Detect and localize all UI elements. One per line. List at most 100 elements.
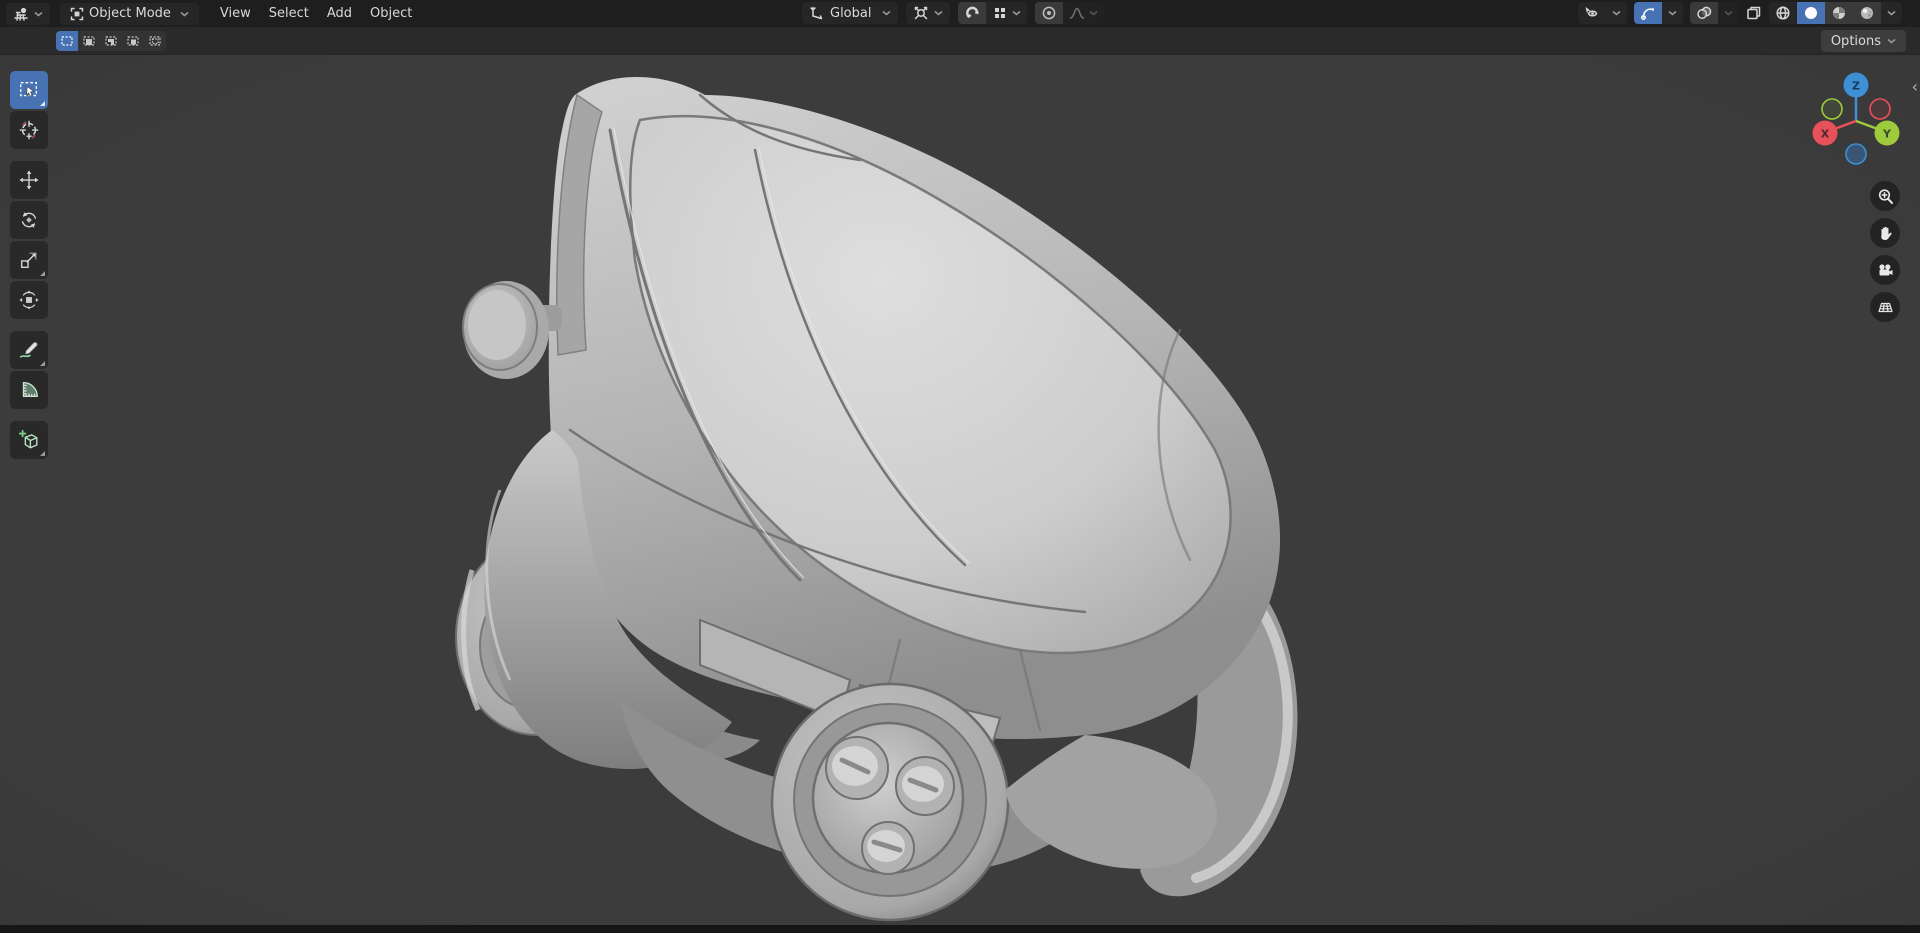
tool-add-cube[interactable] [10,421,48,459]
tool-shelf [10,71,48,459]
menu-object[interactable]: Object [361,2,421,25]
select-mode-intersect[interactable] [144,31,166,51]
camera-view-button[interactable] [1870,255,1900,285]
chevron-down-icon [1668,10,1677,16]
sidebar-collapse-arrow[interactable]: ‹ [1912,79,1918,95]
hand-icon [1880,226,1892,240]
falloff-curve-icon [1070,7,1085,19]
camera-icon [1878,263,1892,275]
proportional-editing-controls [1035,2,1105,24]
toggle-orthographic-button[interactable] [1870,292,1900,322]
select-mode-invert[interactable] [122,31,144,51]
xray-toggle[interactable] [1746,5,1762,21]
proportional-circle-icon [1043,6,1056,20]
proportional-falloff-dropdown[interactable] [1063,2,1105,24]
tool-settings-bar: Options [0,27,1920,55]
mode-dropdown[interactable]: Object Mode [60,2,199,25]
chevron-down-icon [1089,10,1099,16]
object-mode-icon [70,7,84,20]
show-object-types-icon [1585,7,1598,17]
select-mode-extend[interactable] [78,31,100,51]
shading-material-button[interactable] [1825,2,1853,24]
chevron-down-icon [180,11,189,17]
svg-text:X: X [1821,128,1830,141]
wireframe-sphere-icon [1776,6,1790,20]
menu-view[interactable]: View [211,2,260,25]
snap-controls [958,2,1028,24]
shading-dropdown[interactable] [1881,2,1902,24]
transform-controls: Global [802,2,1105,24]
viewport-header: Object Mode View Select Add Object Globa… [0,0,1920,27]
gizmo-axis-neg-z[interactable] [1845,143,1867,165]
tool-transform[interactable] [10,281,48,319]
3d-viewport[interactable]: Z X Y ‹ [0,55,1920,925]
magnifier-plus-icon [1878,188,1893,204]
chevron-down-icon [1612,10,1621,16]
transform-orientation-dropdown[interactable]: Global [802,2,899,24]
chevron-down-icon [1724,10,1733,16]
orientation-axes-icon [810,6,823,20]
shading-mode-group [1769,2,1902,24]
gizmo-arc-icon [1641,7,1654,20]
chevron-down-icon [1012,10,1022,16]
window-bottom-edge [0,925,1920,933]
chevron-down-icon [1887,38,1896,44]
tool-scale[interactable] [10,241,48,279]
magnet-icon [966,6,980,18]
tool-rotate[interactable] [10,201,48,239]
chevron-down-icon [882,10,892,16]
chevron-down-icon [34,11,43,17]
overlays-circles-icon [1697,6,1712,19]
select-mode-group [56,30,166,51]
editor-type-button[interactable] [6,2,50,25]
gizmo-group [1634,2,1683,24]
snap-toggle-button[interactable] [958,2,987,24]
proportional-editing-toggle[interactable] [1035,2,1064,24]
solid-sphere-icon [1805,7,1817,19]
pivot-point-dropdown[interactable] [906,2,951,24]
model-car[interactable] [0,55,1920,925]
shading-solid-button[interactable] [1797,2,1825,24]
svg-text:Z: Z [1852,80,1860,93]
tool-select-box[interactable] [10,71,48,109]
shading-wireframe-button[interactable] [1769,2,1797,24]
object-visibility-group [1578,2,1627,24]
mode-label: Object Mode [89,6,171,21]
blender-window: Object Mode View Select Add Object Globa… [0,0,1920,933]
gizmo-axis-x[interactable]: X [1812,120,1838,146]
material-sphere-icon [1833,7,1845,19]
show-object-types-button[interactable] [1578,2,1606,24]
visibility-dropdown[interactable] [1606,2,1627,24]
gizmo-dropdown[interactable] [1662,2,1683,24]
menu-select[interactable]: Select [260,2,318,25]
tool-move[interactable] [10,161,48,199]
tool-measure[interactable] [10,371,48,409]
xray-squares-icon [1747,6,1761,20]
tool-annotate[interactable] [10,331,48,369]
show-gizmo-toggle[interactable] [1634,2,1662,24]
3d-viewport-editor-icon [14,7,28,21]
gizmo-axis-neg-y[interactable] [1821,98,1843,120]
snap-settings-dropdown[interactable] [986,2,1028,24]
chevron-down-icon [1887,10,1896,16]
orientation-label: Global [830,5,872,21]
overlays-dropdown[interactable] [1718,2,1739,24]
navigation-gizmo[interactable]: Z X Y [1808,69,1904,165]
gizmo-axis-neg-x[interactable] [1869,98,1891,120]
chevron-down-icon [934,10,944,16]
pivot-point-icon [915,6,928,20]
gizmo-axis-y[interactable]: Y [1874,120,1900,146]
options-button[interactable]: Options [1820,30,1906,52]
grid-icon [1877,302,1893,312]
rendered-sphere-icon [1861,7,1873,19]
menu-add[interactable]: Add [318,2,361,25]
pan-button[interactable] [1870,218,1900,248]
shading-rendered-button[interactable] [1853,2,1881,24]
select-mode-set[interactable] [56,30,78,51]
display-controls [1578,2,1902,24]
gizmo-axis-z[interactable]: Z [1843,72,1869,98]
show-overlays-toggle[interactable] [1690,2,1718,24]
select-mode-subtract[interactable] [100,31,122,51]
zoom-button[interactable] [1870,181,1900,211]
tool-cursor[interactable] [10,111,48,149]
